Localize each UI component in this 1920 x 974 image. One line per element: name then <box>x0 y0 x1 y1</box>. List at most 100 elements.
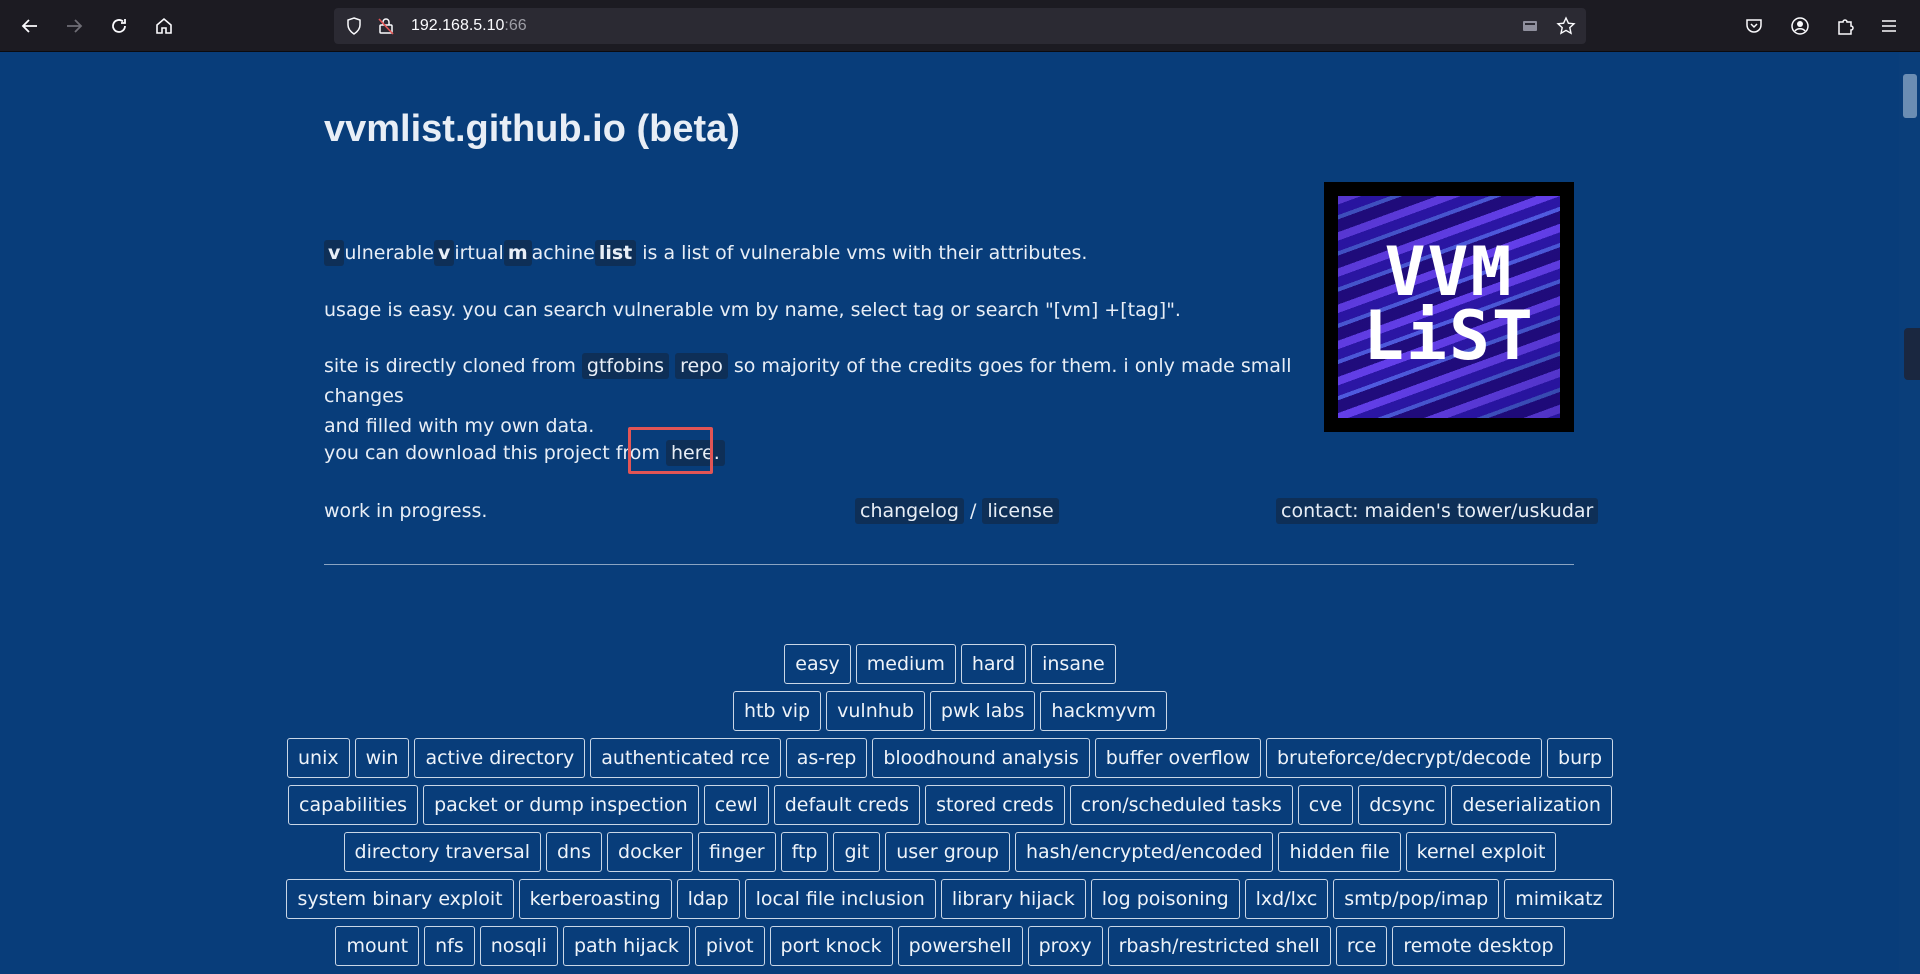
account-button[interactable] <box>1784 10 1816 42</box>
tag-button[interactable]: nfs <box>424 926 475 966</box>
sidebar-handle[interactable] <box>1904 328 1920 380</box>
download-prefix: you can download this project from <box>324 442 666 464</box>
tag-button[interactable]: cve <box>1297 785 1354 825</box>
tag-button[interactable]: hidden file <box>1278 832 1401 872</box>
acronym-word-rest: ulnerable <box>344 242 434 264</box>
tag-button[interactable]: as-rep <box>785 738 868 778</box>
acronym-word-rest: irtual <box>454 242 504 264</box>
tag-row: directory traversal dns docker finger ftp git… <box>320 832 1580 872</box>
tag-button[interactable]: packet or dump inspection <box>423 785 699 825</box>
tag-button[interactable]: rbash/restricted shell <box>1107 926 1331 966</box>
tag-button[interactable]: rce <box>1335 926 1388 966</box>
pocket-button[interactable] <box>1738 10 1770 42</box>
tag-button[interactable]: vulnhub <box>826 691 925 731</box>
changelog-license-links: changelog / license <box>855 496 1059 526</box>
acronym-v2: v <box>433 240 455 266</box>
tag-button[interactable]: proxy <box>1027 926 1103 966</box>
tag-button[interactable]: kernel exploit <box>1405 832 1557 872</box>
tag-row: easy medium hard insane <box>320 644 1580 684</box>
tag-button[interactable]: cron/scheduled tasks <box>1069 785 1293 825</box>
license-link[interactable]: license <box>982 498 1059 524</box>
intro-rest: is a list of vulnerable vms with their a… <box>636 242 1088 264</box>
tag-button[interactable]: htb vip <box>732 691 822 731</box>
credits-line2: and filled with my own data. <box>324 415 595 437</box>
tag-button[interactable]: hard <box>960 644 1027 684</box>
contact-link[interactable]: contact: maiden's tower/uskudar <box>1276 498 1599 524</box>
tag-button[interactable]: cewl <box>703 785 769 825</box>
tag-button[interactable]: kerberoasting <box>518 879 672 919</box>
reload-button[interactable] <box>103 10 135 42</box>
acronym-list: list <box>594 240 637 266</box>
tag-row: mount nfs nosqli path hijack pivot port knock… <box>320 926 1580 966</box>
shield-icon[interactable] <box>344 16 364 36</box>
page-content: vvmlist.github.io (beta) VVM LiST v ulner… <box>0 52 1899 974</box>
tag-button[interactable]: burp <box>1547 738 1614 778</box>
scrollbar-thumb[interactable] <box>1903 74 1917 118</box>
forward-button[interactable] <box>58 10 90 42</box>
tag-button[interactable]: hash/encrypted/encoded <box>1014 832 1274 872</box>
page-scrollbar[interactable] <box>1899 52 1920 974</box>
tag-button[interactable]: active directory <box>414 738 586 778</box>
tag-button[interactable]: capabilities <box>288 785 419 825</box>
tag-button[interactable]: ftp <box>780 832 829 872</box>
tag-button[interactable]: system binary exploit <box>286 879 514 919</box>
changelog-link[interactable]: changelog <box>855 498 964 524</box>
tag-button[interactable]: nosqli <box>479 926 558 966</box>
tag-button[interactable]: default creds <box>773 785 921 825</box>
tag-button[interactable]: buffer overflow <box>1094 738 1261 778</box>
home-button[interactable] <box>148 10 180 42</box>
menu-button[interactable] <box>1873 10 1905 42</box>
url-text[interactable]: 192.168.5.10:66 <box>411 17 527 35</box>
insecure-lock-icon[interactable] <box>376 16 396 36</box>
tag-button[interactable]: easy <box>784 644 851 684</box>
url-bar[interactable]: 192.168.5.10:66 <box>334 8 1586 44</box>
tag-button[interactable]: dns <box>546 832 603 872</box>
credits-paragraph: site is directly cloned from gtfobins re… <box>324 351 1324 441</box>
tag-button[interactable]: deserialization <box>1451 785 1612 825</box>
tag-button[interactable]: stored creds <box>925 785 1065 825</box>
tag-button[interactable]: path hijack <box>562 926 690 966</box>
logo-text-line1: VVM <box>1384 233 1514 312</box>
arrow-left-icon <box>21 19 37 33</box>
tag-button[interactable]: finger <box>698 832 776 872</box>
tag-button[interactable]: smtp/pop/imap <box>1333 879 1500 919</box>
tag-button[interactable]: pwk labs <box>929 691 1036 731</box>
tag-button[interactable]: docker <box>607 832 694 872</box>
repo-link[interactable]: repo <box>675 353 728 379</box>
tag-button[interactable]: port knock <box>769 926 893 966</box>
back-button[interactable] <box>14 10 46 42</box>
tag-button[interactable]: mount <box>335 926 420 966</box>
tag-button[interactable]: powershell <box>897 926 1023 966</box>
url-host: 192.168.5.10 <box>411 17 505 34</box>
tag-button[interactable]: ldap <box>676 879 740 919</box>
tag-button[interactable]: log poisoning <box>1090 879 1240 919</box>
tag-button[interactable]: library hijack <box>940 879 1086 919</box>
tag-button[interactable]: git <box>833 832 881 872</box>
reader-view-icon[interactable] <box>1520 16 1540 36</box>
gtfobins-link[interactable]: gtfobins <box>581 353 670 379</box>
tag-button[interactable]: local file inclusion <box>744 879 936 919</box>
vvmlist-logo: VVM LiST <box>1324 182 1574 432</box>
tag-button[interactable]: medium <box>855 644 956 684</box>
tag-button[interactable]: bloodhound analysis <box>872 738 1090 778</box>
logo-text-line2: LiST <box>1363 297 1535 376</box>
tag-button[interactable]: pivot <box>694 926 765 966</box>
tag-button[interactable]: hackmyvm <box>1040 691 1168 731</box>
bookmark-star-icon[interactable] <box>1556 16 1576 36</box>
tag-row: capabilities packet or dump inspection cew… <box>288 785 1612 825</box>
tag-button[interactable]: insane <box>1031 644 1116 684</box>
tag-button[interactable]: user group <box>885 832 1010 872</box>
tag-button[interactable]: remote desktop <box>1392 926 1565 966</box>
hamburger-menu-icon <box>1882 20 1896 32</box>
tag-button[interactable]: dcsync <box>1358 785 1447 825</box>
extensions-button[interactable] <box>1829 10 1861 42</box>
tag-button[interactable]: bruteforce/decrypt/decode <box>1266 738 1543 778</box>
tag-button[interactable]: directory traversal <box>343 832 542 872</box>
tag-button[interactable]: lxd/lxc <box>1244 879 1329 919</box>
tag-button[interactable]: unix <box>286 738 350 778</box>
home-icon <box>156 17 172 34</box>
tag-button[interactable]: mimikatz <box>1504 879 1614 919</box>
tag-button[interactable]: win <box>354 738 410 778</box>
tag-button[interactable]: authenticated rce <box>590 738 781 778</box>
arrow-right-icon <box>67 19 83 33</box>
